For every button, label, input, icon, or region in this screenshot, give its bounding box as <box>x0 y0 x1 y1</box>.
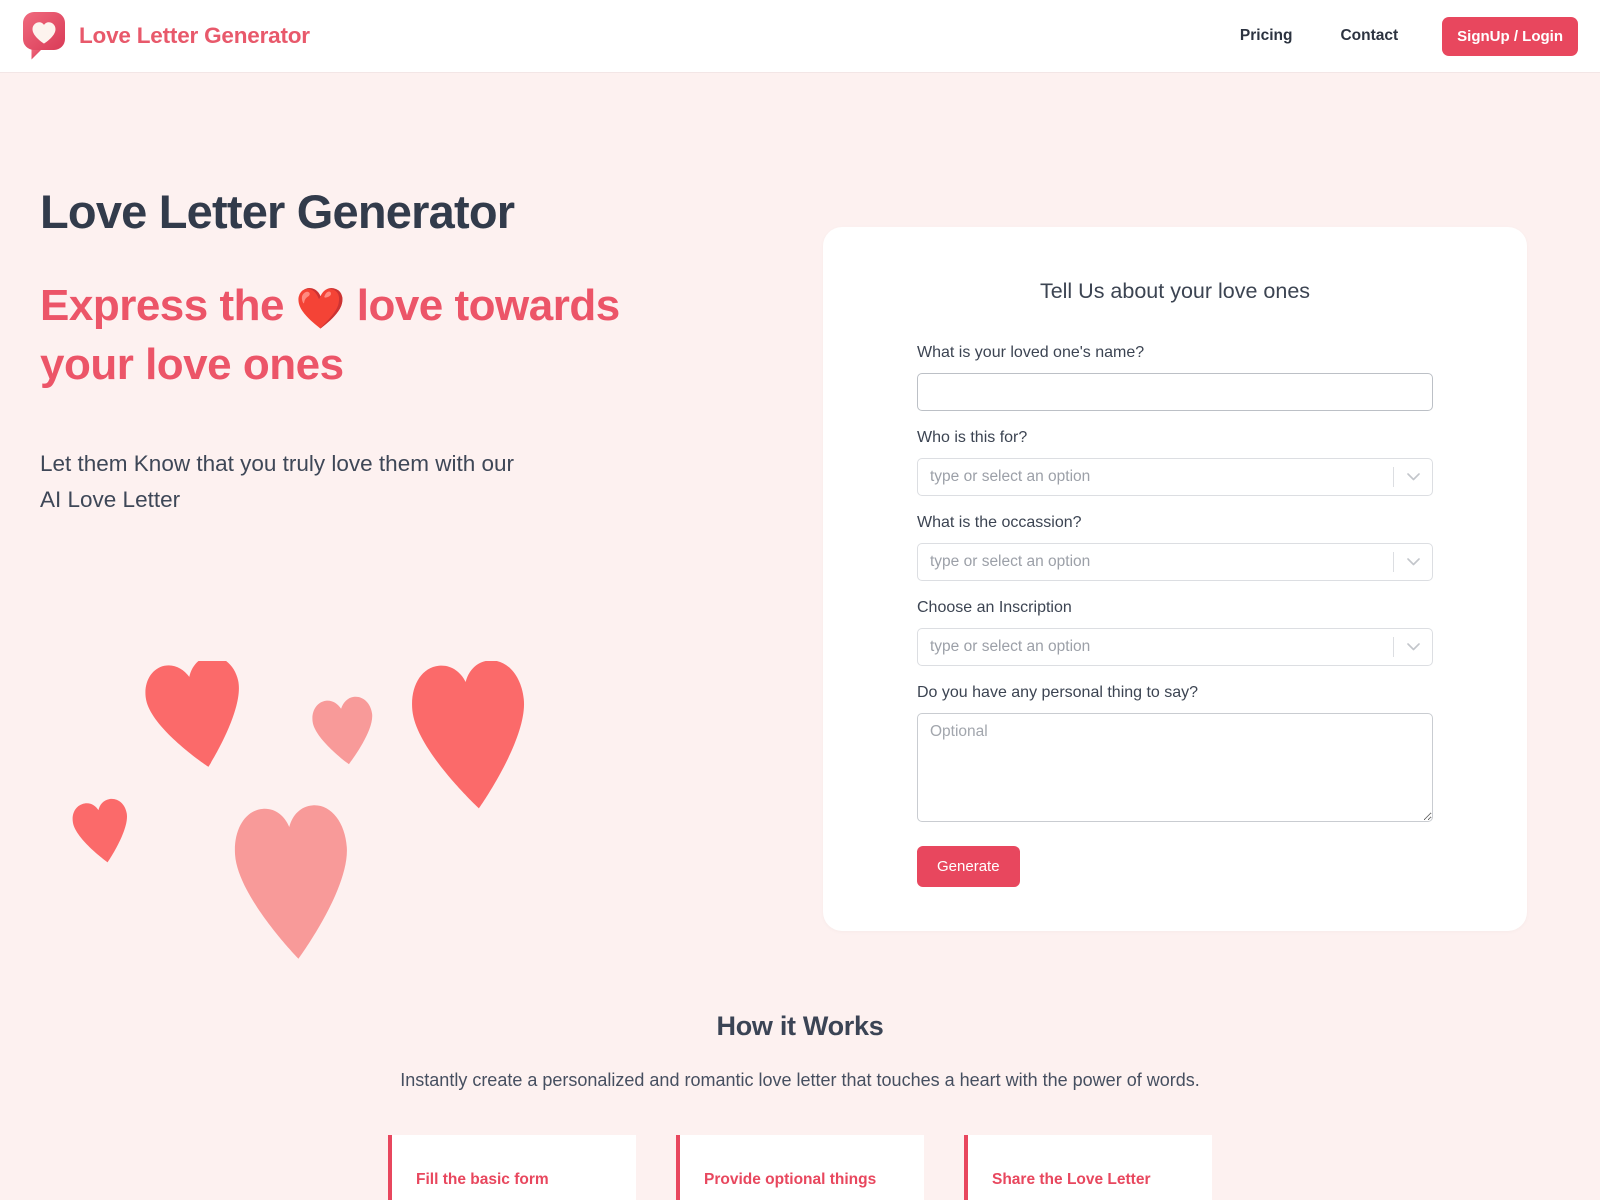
brand-name: Love Letter Generator <box>79 23 310 48</box>
label-loved-one-name: What is your loved one's name? <box>917 344 1145 361</box>
inscription-select[interactable]: type or select an option <box>917 628 1433 666</box>
label-personal-message: Do you have any personal thing to say? <box>917 684 1199 701</box>
love-letter-form-card: Tell Us about your love ones What is you… <box>823 227 1527 931</box>
heart-speech-bubble-icon <box>23 12 65 60</box>
who-is-this-for-select[interactable]: type or select an option <box>917 458 1433 496</box>
chevron-down-icon[interactable] <box>1394 558 1432 566</box>
site-header: Love Letter Generator Pricing Contact Si… <box>0 0 1600 73</box>
brand-logo[interactable]: Love Letter Generator <box>22 11 310 61</box>
how-it-works-card: Provide optional things You can also men… <box>676 1135 924 1200</box>
loved-one-name-input[interactable] <box>917 373 1433 411</box>
how-it-works-section: How it Works Instantly create a personal… <box>0 1011 1600 1200</box>
how-it-works-card: Share the Love Letter Now wait a few sec… <box>964 1135 1212 1200</box>
how-it-works-title: How it Works <box>716 1011 884 1041</box>
chevron-down-icon[interactable] <box>1394 643 1432 651</box>
signup-login-button[interactable]: SignUp / Login <box>1442 16 1578 56</box>
form-card-title: Tell Us about your love ones <box>1039 279 1311 303</box>
main-navigation: Pricing Contact SignUp / Login <box>1216 16 1578 56</box>
hearts-svg <box>72 661 524 959</box>
field-inscription: Choose an Inscription type or select an … <box>917 599 1433 666</box>
nav-link-contact[interactable]: Contact <box>1316 19 1422 53</box>
heart-shape-large-bottom <box>234 805 347 959</box>
hero-tagline-before: Express the <box>40 280 296 330</box>
floating-hearts-illustration <box>42 661 542 981</box>
page-title: Love Letter Generator <box>40 185 515 238</box>
occasion-value: type or select an option <box>930 553 1091 570</box>
page-body: Love Letter Generator Express the ❤️ lov… <box>0 73 1600 1200</box>
field-personal-message: Do you have any personal thing to say? <box>917 684 1433 822</box>
inscription-value: type or select an option <box>930 638 1091 655</box>
field-occasion: What is the occassion? type or select an… <box>917 514 1433 581</box>
hero-subtext: Let them Know that you truly love them w… <box>40 451 514 512</box>
hero-tagline: Express the ❤️ love towards your love on… <box>40 277 620 395</box>
heart-shape-small-left <box>72 798 127 863</box>
how-it-works-card: Fill the basic form Provide name of your… <box>388 1135 636 1200</box>
field-who-is-this-for: Who is this for? type or select an optio… <box>917 429 1433 496</box>
heart-emoji-icon: ❤️ <box>295 286 346 331</box>
who-is-this-for-value: type or select an option <box>930 468 1091 485</box>
heart-shape-tiny-center <box>312 696 373 765</box>
heart-shape-large-right <box>412 661 524 809</box>
hero-section: Love Letter Generator Express the ❤️ lov… <box>40 185 760 517</box>
nav-link-pricing[interactable]: Pricing <box>1216 19 1317 53</box>
field-loved-one-name: What is your loved one's name? <box>917 344 1433 411</box>
chevron-down-icon[interactable] <box>1394 473 1432 481</box>
occasion-select[interactable]: type or select an option <box>917 543 1433 581</box>
label-inscription: Choose an Inscription <box>917 599 1072 616</box>
label-occasion: What is the occassion? <box>917 514 1082 531</box>
generate-button[interactable]: Generate <box>917 846 1020 887</box>
personal-message-textarea[interactable] <box>917 713 1433 822</box>
how-it-works-subtitle: Instantly create a personalized and roma… <box>400 1070 1200 1090</box>
how-card-title: Provide optional things <box>704 1171 877 1188</box>
how-card-title: Fill the basic form <box>416 1171 549 1188</box>
heart-shape-medium-left <box>145 661 239 767</box>
label-who-is-this-for: Who is this for? <box>917 429 1028 446</box>
how-card-title: Share the Love Letter <box>992 1171 1151 1188</box>
how-it-works-cards: Fill the basic form Provide name of your… <box>0 1135 1600 1200</box>
